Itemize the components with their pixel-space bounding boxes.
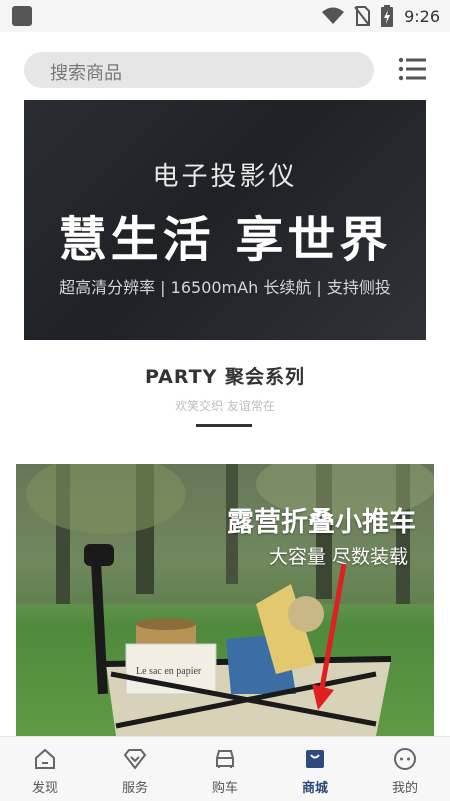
nav-label-shop: 商城 bbox=[301, 781, 328, 796]
section-underline bbox=[196, 424, 252, 427]
paper-bag-text: Le sac en papier bbox=[136, 666, 202, 677]
search-row: 搜索商品 bbox=[0, 38, 450, 98]
promo-title: 露营折叠小推车 bbox=[227, 507, 416, 538]
section-title: PARTY 聚会系列 bbox=[145, 366, 305, 388]
app-notification-icon bbox=[12, 6, 32, 26]
banner-features: 超高清分辨率 | 16500mAh 长续航 | 支持侧投 bbox=[59, 278, 391, 297]
status-time: 9:26 bbox=[404, 6, 440, 26]
projector-banner[interactable]: 电子投影仪 慧生活 享世界 超高清分辨率 | 16500mAh 长续航 | 支持… bbox=[24, 100, 426, 340]
bottom-navigation: 发现 服务 购车 商城 我的 bbox=[0, 736, 450, 801]
nav-label-buy-car: 购车 bbox=[211, 781, 238, 796]
diamond-icon bbox=[123, 749, 147, 770]
nav-label-service: 服务 bbox=[121, 781, 148, 796]
profile-icon bbox=[394, 748, 416, 770]
search-input[interactable]: 搜索商品 bbox=[24, 52, 374, 88]
nav-item-discover[interactable]: 发现 bbox=[0, 737, 90, 801]
banner-title: 慧生活 享世界 bbox=[58, 212, 392, 268]
status-bar: 9:26 bbox=[0, 0, 450, 32]
no-sim-icon bbox=[354, 6, 371, 26]
section-subtitle: 欢笑交织 友谊常在 bbox=[175, 399, 275, 413]
status-indicators: 9:26 bbox=[322, 5, 440, 27]
home-icon bbox=[35, 748, 55, 769]
nav-item-shop[interactable]: 商城 bbox=[270, 737, 360, 801]
camping-cart-banner[interactable]: 露营折叠小推车 大容量 尽数装载 Le sac en papier bbox=[16, 464, 434, 736]
nav-item-profile[interactable]: 我的 bbox=[360, 737, 450, 801]
shop-icon bbox=[306, 750, 324, 768]
folding-cart-illustration: Le sac en papier bbox=[84, 544, 392, 736]
search-placeholder: 搜索商品 bbox=[50, 63, 122, 84]
wifi-icon bbox=[322, 7, 345, 24]
car-icon bbox=[216, 750, 234, 768]
nav-item-buy-car[interactable]: 购车 bbox=[180, 737, 270, 801]
nav-label-profile: 我的 bbox=[391, 781, 418, 796]
banner-subtitle: 电子投影仪 bbox=[152, 162, 298, 192]
nav-item-service[interactable]: 服务 bbox=[90, 737, 180, 801]
nav-label-discover: 发现 bbox=[31, 781, 58, 796]
menu-icon[interactable] bbox=[398, 56, 426, 82]
battery-charging-icon bbox=[381, 5, 394, 27]
